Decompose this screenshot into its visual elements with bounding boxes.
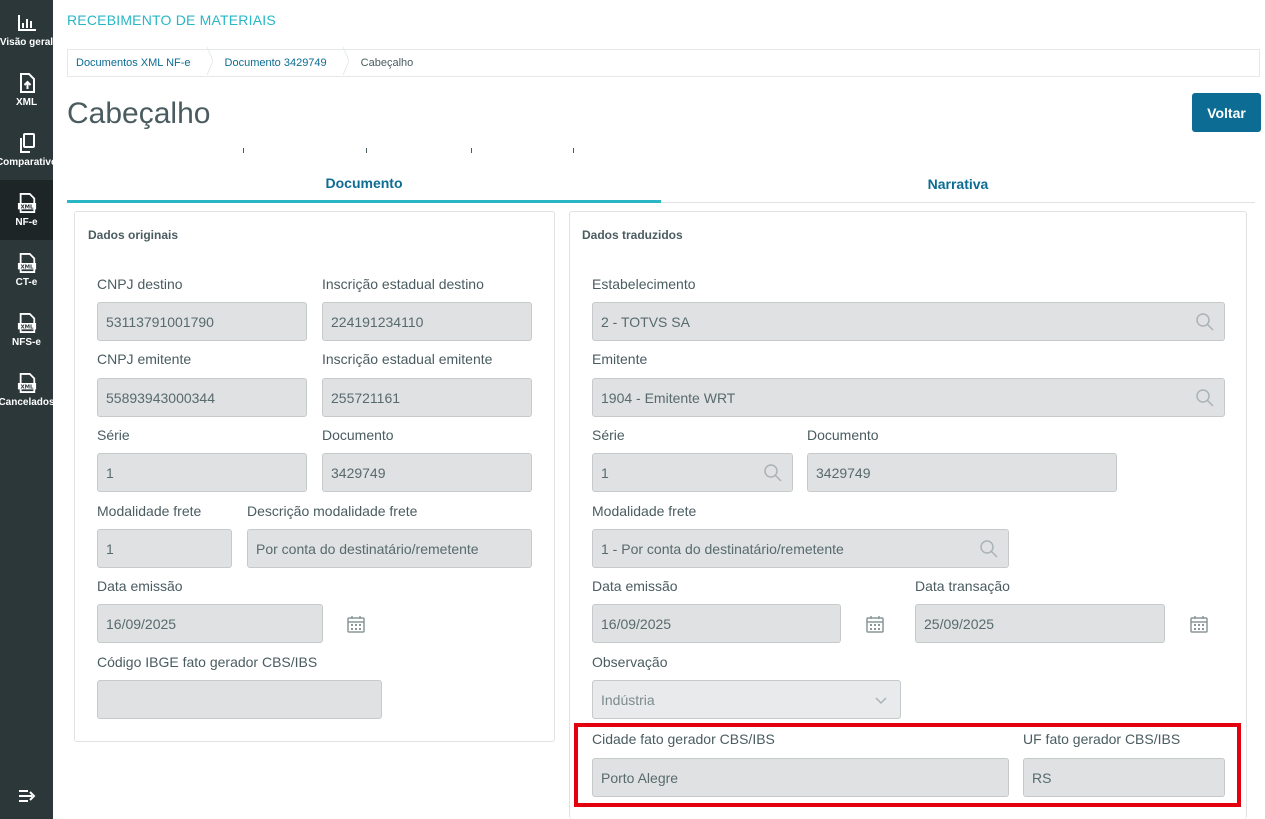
sidebar-item-xml[interactable]: XML	[0, 60, 53, 120]
observacao-label: Observação	[592, 654, 668, 670]
sidebar-item-label: Visão geral	[0, 36, 54, 48]
tab-narrativa[interactable]: Narrativa	[661, 165, 1255, 203]
sidebar-item-nfe[interactable]: XML NF-e	[0, 180, 53, 240]
xml-file-icon: XML	[17, 372, 37, 393]
sidebar-item-cancelados[interactable]: XML Cancelados	[0, 360, 55, 420]
search-icon[interactable]	[979, 539, 999, 559]
svg-text:XML: XML	[20, 384, 34, 390]
search-icon[interactable]	[763, 463, 783, 483]
tab-documento[interactable]: Documento	[67, 165, 661, 203]
breadcrumb-separator-icon	[342, 46, 350, 80]
ie-emitente-label: Inscrição estadual emitente	[322, 351, 493, 367]
copy-icon	[17, 132, 37, 153]
cnpj-emitente-field[interactable]: 55893943000344	[97, 378, 307, 417]
upload-file-icon	[17, 72, 37, 93]
sidebar-item-label: CT-e	[15, 276, 38, 288]
calendar-icon[interactable]	[1190, 615, 1208, 633]
ie-destino-field[interactable]: 224191234110	[322, 302, 532, 341]
data-emissao-field[interactable]: 16/09/2025	[592, 604, 841, 643]
documento-field[interactable]: 3429749	[807, 453, 1117, 492]
serie-field[interactable]: 1	[97, 453, 307, 492]
serie-label: Série	[97, 427, 130, 443]
emitente-value: 1904 - Emitente WRT	[601, 389, 736, 406]
serie-label: Série	[592, 427, 625, 443]
breadcrumb-item-documento[interactable]: Documento 3429749	[225, 57, 335, 69]
ie-emitente-field[interactable]: 255721161	[322, 378, 532, 417]
data-emissao-field[interactable]: 16/09/2025	[97, 604, 323, 643]
breadcrumb-separator-icon	[206, 46, 214, 80]
divider-tick	[471, 148, 472, 153]
estabelecimento-field[interactable]: 2 - TOTVS SA	[592, 302, 1225, 341]
observacao-select[interactable]: Indústria	[592, 680, 901, 719]
divider-tick	[366, 148, 367, 153]
modalidade-frete-label: Modalidade frete	[592, 503, 697, 519]
app-title: RECEBIMENTO DE MATERIAIS	[67, 12, 276, 28]
sidebar-item-visao-geral[interactable]: Visão geral	[0, 0, 53, 60]
codigo-ibge-field[interactable]	[97, 680, 382, 719]
documento-label: Documento	[322, 427, 394, 443]
chevron-down-icon	[871, 690, 891, 710]
descricao-modalidade-field[interactable]: Por conta do destinatário/remetente	[247, 529, 532, 568]
collapse-menu-button[interactable]	[0, 780, 53, 816]
emitente-label: Emitente	[592, 351, 648, 367]
search-icon[interactable]	[1195, 388, 1215, 408]
xml-file-icon: XML	[17, 312, 37, 333]
observacao-value: Indústria	[601, 691, 655, 708]
ie-destino-label: Inscrição estadual destino	[322, 276, 484, 292]
data-transacao-label: Data transação	[915, 578, 1010, 594]
tab-bar: Documento Narrativa	[67, 165, 1255, 203]
xml-file-icon: XML	[17, 192, 37, 213]
data-emissao-label: Data emissão	[592, 578, 678, 594]
breadcrumb-item-cabecalho: Cabeçalho	[360, 57, 414, 69]
sidebar-item-label: NF-e	[15, 216, 38, 228]
sidebar-item-label: Cancelados	[0, 396, 55, 408]
cnpj-emitente-label: CNPJ emitente	[97, 351, 192, 367]
sidebar-item-cte[interactable]: XML CT-e	[0, 240, 53, 300]
documento-field[interactable]: 3429749	[322, 453, 532, 492]
emitente-field[interactable]: 1904 - Emitente WRT	[592, 378, 1225, 417]
codigo-ibge-label: Código IBGE fato gerador CBS/IBS	[97, 654, 318, 670]
cnpj-destino-field[interactable]: 53113791001790	[97, 302, 307, 341]
sidebar-item-nfse[interactable]: XML NFS-e	[0, 300, 53, 360]
chart-icon	[17, 13, 37, 33]
breadcrumb-item-documentos[interactable]: Documentos XML NF-e	[76, 57, 199, 69]
svg-text:XML: XML	[20, 324, 34, 330]
svg-text:XML: XML	[20, 204, 34, 210]
xml-file-icon: XML	[17, 252, 37, 273]
descricao-modalidade-label: Descrição modalidade frete	[247, 503, 418, 519]
modalidade-frete-field[interactable]: 1 - Por conta do destinatário/remetente	[592, 529, 1009, 568]
sidebar-item-comparativo[interactable]: Comparativo	[0, 120, 57, 180]
data-emissao-label: Data emissão	[97, 578, 183, 594]
documento-label: Documento	[807, 427, 879, 443]
modalidade-frete-value: 1 - Por conta do destinatário/remetente	[601, 540, 844, 557]
back-button[interactable]: Voltar	[1192, 93, 1261, 132]
sidebar-item-label: Comparativo	[0, 156, 58, 168]
divider-tick	[243, 148, 244, 153]
modalidade-frete-label: Modalidade frete	[97, 503, 202, 519]
search-icon[interactable]	[1195, 312, 1215, 332]
estabelecimento-label: Estabelecimento	[592, 276, 696, 292]
highlight-box	[574, 723, 1241, 807]
calendar-icon[interactable]	[866, 615, 884, 633]
page-title: Cabeçalho	[67, 97, 211, 130]
serie-value: 1	[601, 464, 609, 481]
sidebar: Visão geral XML Comparativo XML NF-e XML…	[0, 0, 57, 819]
breadcrumb: Documentos XML NF-e Documento 3429749 Ca…	[67, 46, 1260, 80]
estabelecimento-value: 2 - TOTVS SA	[601, 313, 690, 330]
calendar-icon[interactable]	[347, 615, 365, 633]
sidebar-item-label: NFS-e	[12, 336, 41, 348]
cnpj-destino-label: CNPJ destino	[97, 276, 183, 292]
divider-tick	[573, 148, 574, 153]
data-transacao-field[interactable]: 25/09/2025	[915, 604, 1165, 643]
sidebar-item-label: XML	[15, 96, 38, 108]
serie-field[interactable]: 1	[592, 453, 793, 492]
modalidade-frete-field[interactable]: 1	[97, 529, 232, 568]
svg-text:XML: XML	[20, 264, 34, 270]
panel-title: Dados originais	[88, 228, 179, 242]
collapse-menu-icon	[18, 789, 36, 808]
panel-title: Dados traduzidos	[582, 228, 683, 242]
